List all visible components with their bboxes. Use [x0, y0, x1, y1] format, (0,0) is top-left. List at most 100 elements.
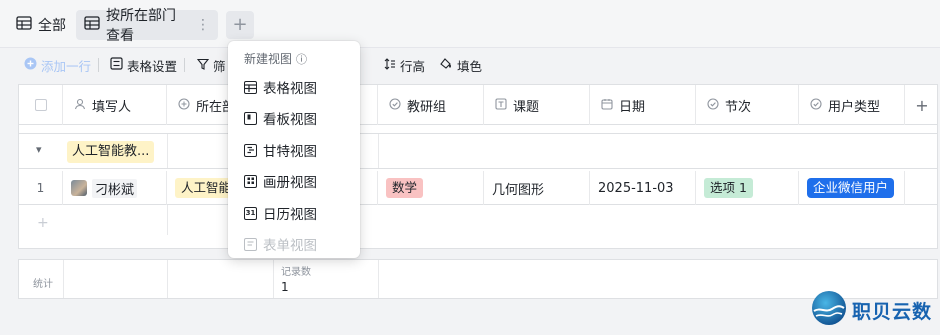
user-name: 刁彬斌	[92, 178, 138, 198]
grid-icon	[244, 80, 257, 94]
add-row-label: 添加一行	[41, 58, 92, 74]
divider	[273, 260, 274, 298]
table-settings-button[interactable]: 表格设置	[110, 56, 177, 74]
plus-circle-icon	[24, 57, 37, 73]
cell-date[interactable]: 2025-11-03	[590, 171, 696, 205]
column-header-topic[interactable]: 课题	[484, 85, 590, 125]
add-row-button[interactable]: 添加一行	[24, 56, 91, 74]
tab-all-label: 全部	[38, 18, 66, 34]
menu-item-label: 看板视图	[263, 112, 317, 128]
menu-item-form-view: 表单视图	[244, 234, 317, 254]
brand-logo: 职贝云数	[810, 290, 932, 330]
column-label: 日期	[619, 99, 646, 115]
select-all-cell[interactable]	[19, 85, 63, 125]
text-icon	[494, 97, 508, 113]
cell-user[interactable]: 刁彬斌	[63, 171, 167, 205]
divider	[378, 134, 379, 168]
divider	[184, 58, 185, 72]
row-height-button[interactable]: 行高	[384, 56, 425, 74]
globe-logo-icon	[810, 289, 848, 331]
row-index: 1	[19, 171, 63, 205]
column-header-period[interactable]: 节次	[696, 85, 799, 125]
avatar	[71, 180, 87, 196]
cell-teaching-group[interactable]: 数学	[378, 171, 484, 205]
menu-item-kanban-view[interactable]: 看板视图	[244, 108, 317, 128]
column-label: 节次	[725, 99, 752, 115]
brand-name: 职贝云数	[852, 300, 933, 323]
grid-icon	[84, 16, 100, 34]
view-tab-bar: 全部 按所在部门查看 ⋮ +	[0, 0, 940, 48]
menu-title: 新建视图 ⓘ	[244, 50, 307, 67]
calendar-icon: 31	[244, 206, 257, 220]
column-header-user[interactable]: 填写人	[63, 85, 167, 125]
column-header-date[interactable]: 日期	[590, 85, 696, 125]
group-row: ▾ 人工智能教...	[19, 133, 937, 169]
record-count-label: 记录数	[281, 267, 311, 278]
divider	[63, 260, 64, 298]
menu-item-grid-view[interactable]: 表格视图	[244, 77, 317, 97]
summary-bar: 统计 记录数 1	[18, 259, 938, 299]
form-icon	[244, 237, 257, 251]
add-column-button[interactable]: +	[905, 85, 939, 125]
summary-label: 统计	[33, 279, 53, 290]
period-tag: 选项 1	[704, 178, 753, 198]
paint-bucket-icon	[440, 57, 453, 73]
divider	[167, 205, 168, 235]
info-icon: ⓘ	[296, 52, 308, 66]
tab-all[interactable]: 全部	[8, 10, 74, 40]
gallery-icon	[244, 174, 257, 188]
grid-header: 填写人 所在部 教研组 课题 日期 节次 用户类型 +	[19, 85, 937, 125]
more-icon[interactable]: ⋮	[196, 18, 210, 32]
new-view-menu: 新建视图 ⓘ 表格视图 看板视图 甘特视图 画册视图 31 日历视图 表单视图	[228, 41, 360, 258]
divider	[167, 260, 168, 298]
person-icon	[73, 98, 87, 113]
user-type-tag: 企业微信用户	[807, 178, 895, 198]
menu-item-label: 表格视图	[263, 81, 317, 97]
filter-label: 筛	[213, 58, 226, 74]
data-grid: 填写人 所在部 教研组 课题 日期 节次 用户类型 + ▾ 人工智能教... 1…	[18, 84, 938, 249]
option-icon	[706, 97, 720, 113]
divider	[98, 58, 99, 72]
column-label: 用户类型	[828, 99, 881, 115]
row-height-icon	[384, 57, 396, 73]
menu-item-label: 甘特视图	[263, 144, 317, 160]
filter-button[interactable]: 筛	[196, 56, 226, 74]
option-icon	[809, 97, 823, 113]
menu-item-calendar-view[interactable]: 31 日历视图	[244, 203, 317, 223]
cell-period[interactable]: 选项 1	[696, 171, 799, 205]
cell-user-type[interactable]: 企业微信用户	[799, 171, 905, 205]
teaching-group-tag: 数学	[386, 178, 424, 198]
menu-item-label: 日历视图	[263, 207, 317, 223]
add-row-plus-icon[interactable]: +	[37, 215, 49, 231]
select-all-checkbox[interactable]	[34, 99, 47, 111]
table-row[interactable]: 1 刁彬斌 人工智能 数学 几何图形 2025-11-03 选项 1 企业微信用…	[19, 171, 937, 205]
add-row-area[interactable]: +	[19, 205, 937, 249]
fill-color-button[interactable]: 填色	[440, 56, 482, 74]
cell-topic[interactable]: 几何图形	[484, 171, 590, 205]
column-header-teaching-group[interactable]: 教研组	[378, 85, 484, 125]
grid-icon	[16, 16, 32, 34]
cell-empty	[905, 171, 939, 205]
divider	[378, 260, 379, 298]
collapse-toggle-icon[interactable]: ▾	[36, 143, 42, 156]
table-settings-label: 表格设置	[127, 58, 178, 74]
fill-color-label: 填色	[457, 58, 483, 74]
settings-icon	[110, 57, 123, 73]
column-header-user-type[interactable]: 用户类型	[799, 85, 905, 125]
calendar-icon	[600, 98, 614, 113]
menu-title-label: 新建视图	[244, 52, 293, 66]
kanban-icon	[244, 111, 257, 125]
menu-item-gantt-view[interactable]: 甘特视图	[244, 140, 317, 160]
add-view-button[interactable]: +	[226, 11, 254, 39]
menu-item-gallery-view[interactable]: 画册视图	[244, 171, 317, 191]
column-label: 填写人	[92, 99, 132, 115]
column-label: 教研组	[407, 99, 447, 115]
filter-icon	[196, 58, 210, 73]
toolbar: 添加一行 表格设置 筛 行高 填色	[0, 48, 940, 81]
tab-by-department[interactable]: 按所在部门查看 ⋮	[76, 8, 218, 44]
divider	[167, 134, 168, 168]
tab-by-department-label: 按所在部门查看	[106, 8, 176, 44]
row-height-label: 行高	[400, 58, 426, 74]
department-icon	[177, 97, 191, 113]
option-icon	[388, 97, 402, 113]
